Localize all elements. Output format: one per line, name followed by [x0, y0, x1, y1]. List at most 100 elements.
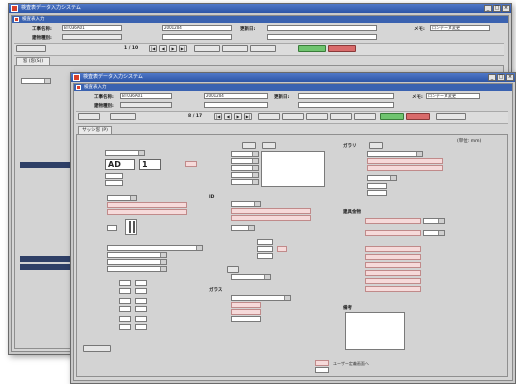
tab-sash[interactable]: サッシ窓 (P) — [78, 126, 112, 134]
toolbar-button-2[interactable] — [258, 113, 280, 120]
right-drop-2[interactable] — [367, 175, 397, 181]
close-button[interactable]: × — [502, 5, 510, 12]
maximize-button[interactable]: □ — [497, 74, 505, 81]
remarks-box[interactable] — [345, 312, 405, 350]
close-button[interactable]: × — [506, 74, 514, 81]
nav-last-button[interactable]: ▶| — [244, 113, 252, 120]
middle-list[interactable] — [261, 151, 325, 187]
left-small-field-1[interactable] — [105, 173, 123, 179]
middle-button-1[interactable] — [242, 142, 256, 149]
left-open-field[interactable] — [107, 225, 117, 231]
size-field-8[interactable] — [135, 306, 147, 312]
middle-pink-3[interactable] — [277, 246, 287, 252]
right-hw-7[interactable] — [365, 278, 421, 284]
right-hw-4[interactable] — [365, 254, 421, 260]
right-hw-drop-2[interactable] — [423, 230, 445, 236]
back-nav-last[interactable]: ▶| — [179, 45, 187, 52]
size-field-1[interactable] — [119, 280, 131, 286]
right-pink-1[interactable] — [367, 158, 443, 164]
middle-drop-9[interactable] — [231, 295, 291, 301]
manager-field[interactable] — [204, 102, 268, 108]
delete-button[interactable] — [406, 113, 430, 120]
right-button-1[interactable] — [369, 142, 383, 149]
size-field-11[interactable] — [119, 324, 131, 330]
save-button[interactable] — [380, 113, 404, 120]
back-tool-btn-2[interactable] — [222, 45, 248, 52]
middle-button-3[interactable] — [227, 266, 239, 273]
back-save-button[interactable] — [298, 45, 326, 52]
size-field-12[interactable] — [135, 324, 147, 330]
size-field-10[interactable] — [135, 316, 147, 322]
size-field-2[interactable] — [135, 280, 147, 286]
left-finish-drop-2[interactable] — [107, 252, 167, 258]
middle-pink-4[interactable] — [231, 302, 261, 308]
middle-drop-4[interactable] — [231, 172, 259, 178]
back-manager-field[interactable] — [162, 34, 232, 40]
toolbar-button-9[interactable] — [436, 113, 466, 120]
middle-button-2[interactable] — [262, 142, 276, 149]
right-drop-1[interactable] — [367, 151, 423, 157]
toolbar-button-5[interactable] — [330, 113, 352, 120]
toolbar-button-1[interactable] — [110, 113, 136, 120]
back-update-field[interactable] — [267, 25, 377, 31]
back-place-field[interactable] — [267, 34, 377, 40]
memo-field[interactable]: ロンデーヌ変更 — [426, 93, 480, 99]
back-nav-prev[interactable]: ◀ — [159, 45, 167, 52]
number-field[interactable]: 2001204 — [204, 93, 268, 99]
code-letter-field[interactable]: AD — [105, 159, 135, 170]
middle-pink-2[interactable] — [231, 215, 311, 221]
left-first-drop[interactable] — [105, 150, 145, 156]
maximize-button[interactable]: □ — [493, 5, 501, 12]
back-nav-next[interactable]: ▶ — [169, 45, 177, 52]
left-finish-drop-4[interactable] — [107, 266, 167, 272]
left-pink-field-2[interactable] — [107, 209, 187, 215]
middle-num-2[interactable] — [257, 246, 273, 252]
size-field-6[interactable] — [135, 298, 147, 304]
size-field-5[interactable] — [119, 298, 131, 304]
back-project-field[interactable]: BT036A01 — [62, 25, 122, 31]
back-toolbar-button[interactable] — [16, 45, 46, 52]
code-suffix-field[interactable] — [185, 161, 197, 167]
place-field[interactable] — [298, 102, 394, 108]
back-delete-button[interactable] — [328, 45, 356, 52]
right-hw-3[interactable] — [365, 246, 421, 252]
left-material-drop[interactable] — [107, 195, 137, 201]
nav-prev-button[interactable]: ◀ — [224, 113, 232, 120]
back-tab-window[interactable]: 窓 (窓(S)) — [16, 57, 50, 65]
back-tool-btn-3[interactable] — [250, 45, 276, 52]
middle-drop-3[interactable] — [231, 165, 259, 171]
middle-num-1[interactable] — [257, 239, 273, 245]
minimize-button[interactable]: _ — [488, 74, 496, 81]
right-field-1[interactable] — [367, 183, 387, 189]
back-side-drop[interactable] — [21, 78, 51, 84]
right-hw-6[interactable] — [365, 270, 421, 276]
middle-glass-field[interactable] — [231, 316, 261, 322]
back-nav-first[interactable]: |◀ — [149, 45, 157, 52]
left-bottom-button[interactable] — [83, 345, 111, 352]
right-field-2[interactable] — [367, 190, 387, 196]
toolbar-button-6[interactable] — [354, 113, 376, 120]
size-field-3[interactable] — [119, 288, 131, 294]
right-pink-2[interactable] — [367, 165, 443, 171]
minimize-button[interactable]: _ — [484, 5, 492, 12]
middle-num-3[interactable] — [257, 253, 273, 259]
toolbar-button-0[interactable] — [78, 113, 100, 120]
code-number-field[interactable]: 1 — [139, 159, 161, 170]
right-hw-drop-1[interactable] — [423, 218, 445, 224]
middle-drop-8[interactable] — [231, 274, 271, 280]
toolbar-button-3[interactable] — [282, 113, 304, 120]
toolbar-button-4[interactable] — [306, 113, 328, 120]
back-building-field[interactable] — [62, 34, 122, 40]
size-field-4[interactable] — [135, 288, 147, 294]
middle-drop-5[interactable] — [231, 179, 259, 185]
update-field[interactable] — [298, 93, 394, 99]
left-finish-drop-1[interactable] — [107, 245, 203, 251]
right-hw-8[interactable] — [365, 286, 421, 292]
size-field-7[interactable] — [119, 306, 131, 312]
middle-pink-1[interactable] — [231, 208, 311, 214]
right-hw-2[interactable] — [365, 230, 421, 236]
middle-drop-2[interactable] — [231, 158, 259, 164]
building-field[interactable] — [120, 102, 172, 108]
nav-next-button[interactable]: ▶ — [234, 113, 242, 120]
middle-drop-1[interactable] — [231, 151, 259, 157]
